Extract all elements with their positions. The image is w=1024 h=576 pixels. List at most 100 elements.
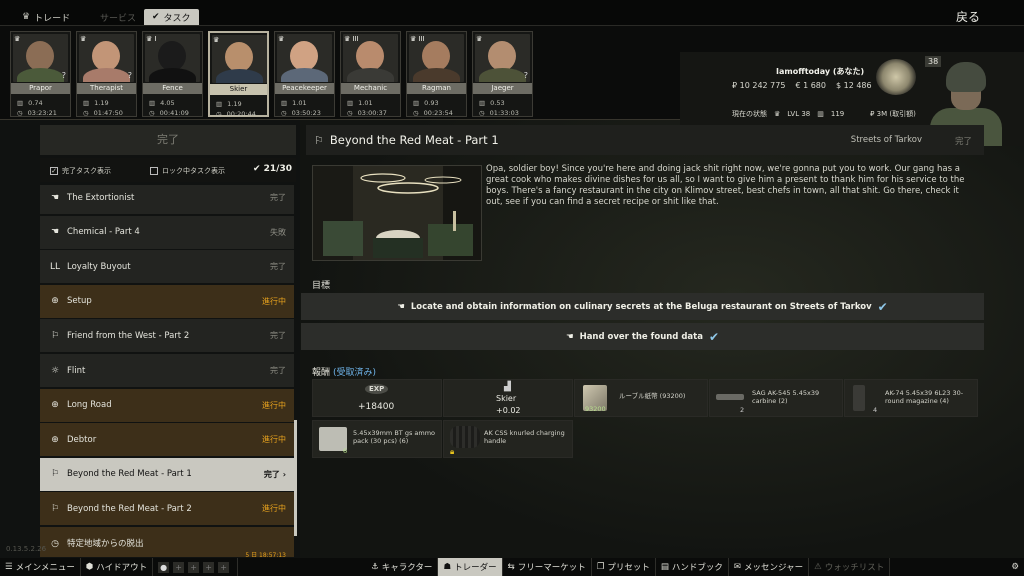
back-button[interactable]: 戻る [956,8,980,25]
flea-market-button[interactable]: ⇆ フリーマーケット [503,558,592,576]
trader-card-fence[interactable]: ♛ I Fence ▥ 4.05 ◷ 00:41:09 [142,31,203,117]
filter-locked[interactable]: ロック中タスク表示 [150,166,225,176]
trader-card-mechanic[interactable]: ♛ III Mechanic ▥ 1.01 ◷ 03:00:37 [340,31,401,117]
tab-trade[interactable]: ♛ トレード [14,9,78,25]
magazine-icon [853,385,865,411]
trader-timer: 03:50:23 [291,109,321,117]
roubles-value: ₽ 10 242 775 [732,81,786,90]
quest-item[interactable]: ◷ 特定地域からの脱出 5 日 18:57:13 [40,527,294,557]
objective-item[interactable]: ☚ Locate and obtain information on culin… [301,293,984,320]
reward-trader-rep: ▟ Skier +0.02 [443,379,573,417]
trader-timer-row: ◷ 00:41:09 [149,109,189,117]
boot-icon: ▟ [504,382,511,392]
quest-item[interactable]: ⊕ Long Road 進行中 [40,388,294,422]
presets-button[interactable]: ❐ プリセット [592,558,656,576]
rep-icon: ▥ [17,99,24,107]
settings-button[interactable]: ⚙ [1006,558,1024,576]
trader-rep: 0.53 [490,99,505,107]
quest-item[interactable]: LL Loyalty Buyout 完了 [40,250,294,284]
clock-icon: ◷ [17,109,23,117]
quest-name: Beyond the Red Meat - Part 1 [67,469,192,480]
quest-item[interactable]: ⚐ Beyond the Red Meat - Part 1 完了 › [40,457,294,491]
quest-name: 特定地域からの脱出 [67,538,144,549]
rep-icon: ▥ [479,99,486,107]
trader-level-badge: ♛ [14,35,21,43]
tab-trade-label: トレード [34,13,71,24]
hideout-button[interactable]: ⬢ ハイドアウト [81,558,154,576]
question-icon: ? [523,71,528,80]
quest-item[interactable]: ⊕ Debtor 進行中 [40,423,294,457]
rep-icon: ▥ [149,99,156,107]
trader-rep-row: ▥ 0.53 [479,99,505,107]
hideout-icon: ⬢ [85,562,94,572]
quest-status: 完了 [954,137,972,147]
trader-timer-row: ◷ 01:47:50 [83,109,123,117]
trader-level-badge: ♛ III [410,35,425,43]
rep-icon: ▥ [817,110,824,118]
rewards-received: (受取済み) [333,368,377,378]
reward-ammo[interactable]: 5.45x39mm BT gs ammo pack (30 pcs) (6) 6 [312,420,442,458]
trader-card-prapor[interactable]: ♛ ? Prapor ▥ 0.74 ◷ 03:23:21 [10,31,71,117]
reward-magazine-label: AK-74 5.45x39 6L23 30-round magazine (4) [885,389,964,405]
trader-card-skier[interactable]: ♛ Skier ▥ 1.19 ◷ 00:20:44 [208,31,269,118]
person-icon: ⚐ [50,330,60,341]
exp-value: +18400 [358,402,395,412]
trader-rep-row: ▥ 1.01 [347,99,373,107]
trader-timer: 01:33:03 [489,109,519,117]
reward-magazine[interactable]: AK-74 5.45x39 6L23 30-round magazine (4)… [844,379,978,417]
quest-item[interactable]: ⊕ Setup 進行中 [40,284,294,318]
trader-portrait [79,34,134,82]
messenger-button[interactable]: ✉ メッセンジャー [729,558,810,576]
main-menu-button[interactable]: ☰ メインメニュー [0,558,81,576]
trader-card-peacekeeper[interactable]: ♛ Peacekeeper ▥ 1.01 ◷ 03:50:23 [274,31,335,117]
traders-button[interactable]: ☗ トレーダー [438,558,503,576]
trader-rep-row: ▥ 0.93 [413,99,439,107]
quest-detail-header: ⚐ Beyond the Red Meat - Part 1 Streets o… [306,125,984,155]
quest-status: 進行中 [262,504,286,514]
objective-item[interactable]: ☚ Hand over the found data ✔ [301,323,984,350]
messenger-icon: ✉ [733,562,742,572]
trader-name: Therapist [77,83,136,94]
quest-item[interactable]: ☼ Flint 完了 [40,354,294,387]
quest-item[interactable]: ☚ Chemical - Part 4 失敗 [40,215,294,249]
status-label: 現在の状態 [732,110,767,118]
trader-portrait [212,35,267,83]
quest-name: Loyalty Buyout [67,261,131,272]
quest-item[interactable]: ⚐ Beyond the Red Meat - Part 2 進行中 [40,492,294,526]
question-icon: ? [127,71,132,80]
person-icon: ● [158,561,170,573]
reward-carbine-count: 2 [740,406,745,414]
quest-name: Chemical - Part 4 [67,227,140,238]
tab-services[interactable]: サービス [92,9,144,25]
reward-carbine[interactable]: SAG AK-545 5.45x39 carbine (2) 2 [709,379,843,417]
level-label: LVL 38 [787,110,811,118]
reward-roubles-count: 93200 [585,405,606,413]
group-slots[interactable]: ● + + + + [153,558,239,576]
trader-timer: 00:41:09 [159,109,189,117]
hand-icon: ☚ [565,331,574,342]
player-level-badge: 38 [925,56,942,67]
bottom-bar: ☰ メインメニュー ⬢ ハイドアウト ● + + + + ⚓ キャラクター ☗ … [0,558,1024,576]
tab-services-label: サービス [100,13,137,24]
reward-roubles[interactable]: ルーブル紙幣 (93200) 93200 [574,379,708,417]
quest-item[interactable]: ☚ The Extortionist 完了 [40,185,294,214]
trader-rep-row: ▥ 1.01 [281,99,307,107]
quest-item[interactable]: ⚐ Friend from the West - Part 2 完了 [40,319,294,353]
tab-tasks-label: タスク [163,13,191,24]
objective-text: Locate and obtain information on culinar… [410,301,872,312]
tab-tasks[interactable]: ✔ タスク [144,9,199,25]
trader-card-ragman[interactable]: ♛ III Ragman ▥ 0.93 ◷ 00:23:54 [406,31,467,117]
quest-status: 進行中 [262,296,286,306]
rank-emblem-icon [876,59,916,95]
reward-charging-handle[interactable]: 🔒︎ AK CSS knurled charging handle [443,420,573,458]
gear-icon: ⚙ [1011,562,1019,572]
watchlist-button[interactable]: ⚠ ウォッチリスト [809,558,891,576]
main-menu-label: メインメニュー [15,563,75,573]
handbook-button[interactable]: ▤ ハンドブック [656,558,729,576]
character-button[interactable]: ⚓ キャラクター [366,558,439,576]
filter-completed[interactable]: ✓ 完了タスク表示 [50,166,111,176]
quest-status: 完了 [270,366,286,375]
trader-card-therapist[interactable]: ♛ ? Therapist ▥ 1.19 ◷ 01:47:50 [76,31,137,117]
trader-card-jaeger[interactable]: ♛ ? Jaeger ▥ 0.53 ◷ 01:33:03 [472,31,533,117]
checkmark-icon: ✔ [708,329,720,344]
